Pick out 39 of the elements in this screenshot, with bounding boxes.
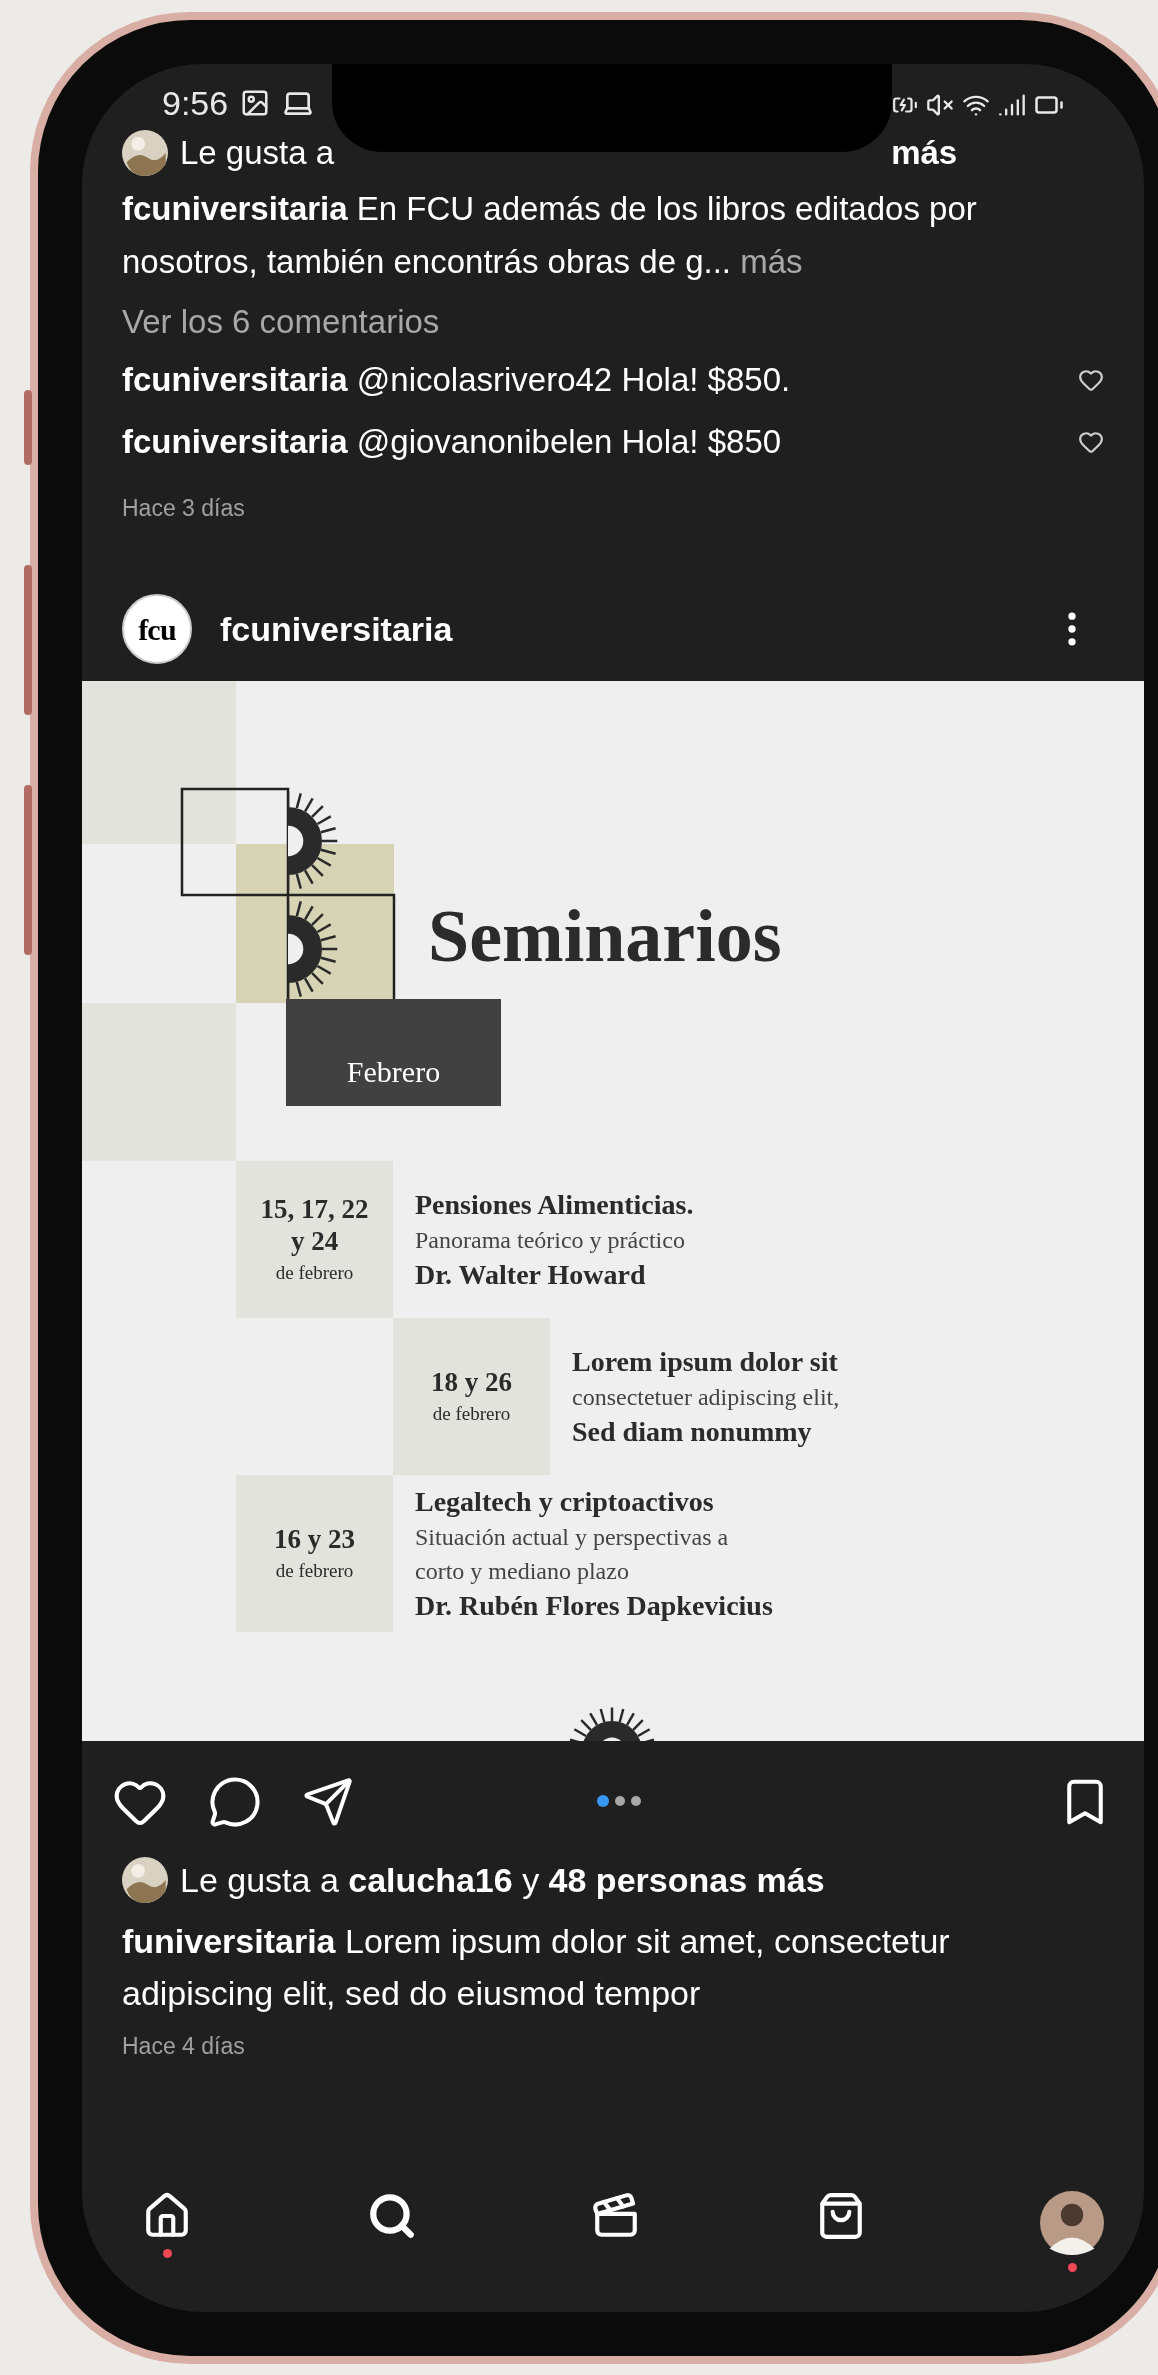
- account-name[interactable]: fcuniversitaria: [220, 603, 453, 655]
- date-note: de febrero: [432, 1401, 511, 1426]
- session-speaker: Dr. Rubén Flores Dapkevicius: [415, 1588, 773, 1623]
- session-title: Legaltech y criptoactivos: [415, 1484, 715, 1519]
- heart-icon[interactable]: [1078, 367, 1104, 393]
- heart-icon[interactable]: [1078, 429, 1104, 455]
- view-comments-link[interactable]: Ver los 6 comentarios: [122, 294, 1104, 349]
- post-time: Hace 4 días: [122, 2032, 246, 2061]
- image-icon: [240, 88, 271, 118]
- likes-text: más: [891, 133, 958, 173]
- month-label: Febrero: [286, 999, 501, 1106]
- likes-text: Le gusta a: [180, 133, 335, 173]
- profile-avatar[interactable]: [1040, 2191, 1104, 2255]
- date-note: de febrero: [275, 1260, 354, 1285]
- session-speaker: Sed diam nonummy: [572, 1414, 813, 1449]
- session-description: Situación actual y perspectivas a: [415, 1522, 730, 1552]
- session-speaker: Dr. Walter Howard: [415, 1257, 647, 1292]
- account-avatar[interactable]: fcu: [122, 594, 192, 664]
- date-text: y 24: [290, 1224, 339, 1257]
- date-text: 18 y 26: [431, 1365, 512, 1398]
- post-caption: fcuniversitaria En FCU además de los libros editados por nosotros, también encontrás obras de g... más: [122, 189, 978, 282]
- session-description: corto y mediano plazo: [415, 1556, 630, 1586]
- poster-title: Seminarios: [428, 899, 782, 973]
- comment-text: fcuniversitaria @nicolasrivero42 Hola! $850.: [122, 360, 791, 400]
- date-text: 15, 17, 22: [260, 1192, 369, 1225]
- session-title: Lorem ipsum dolor sit: [572, 1344, 839, 1379]
- post-time: Hace 3 días: [122, 494, 246, 523]
- date-note: de febrero: [275, 1558, 354, 1583]
- likes-text: Le gusta a calucha16 y 48 personas más: [180, 1860, 825, 1901]
- session-title: Pensiones Alimenticias.: [415, 1187, 694, 1222]
- comment-icon[interactable]: [208, 1775, 262, 1829]
- session-description: Panorama teórico y práctico: [415, 1225, 686, 1255]
- post-caption: funiversitaria Lorem ipsum dolor sit amet, consectetur adipiscing elit, sed do eiusmod tempor: [122, 1921, 951, 2014]
- date-text: 16 y 23: [274, 1522, 355, 1555]
- share-icon[interactable]: [302, 1776, 354, 1828]
- comment-text: fcuniversitaria @giovanonibelen Hola! $850: [122, 422, 782, 462]
- more-link[interactable]: más: [740, 243, 803, 280]
- session-description: consectetuer adipiscing elit,: [572, 1382, 840, 1412]
- status-time: 9:56: [162, 86, 229, 120]
